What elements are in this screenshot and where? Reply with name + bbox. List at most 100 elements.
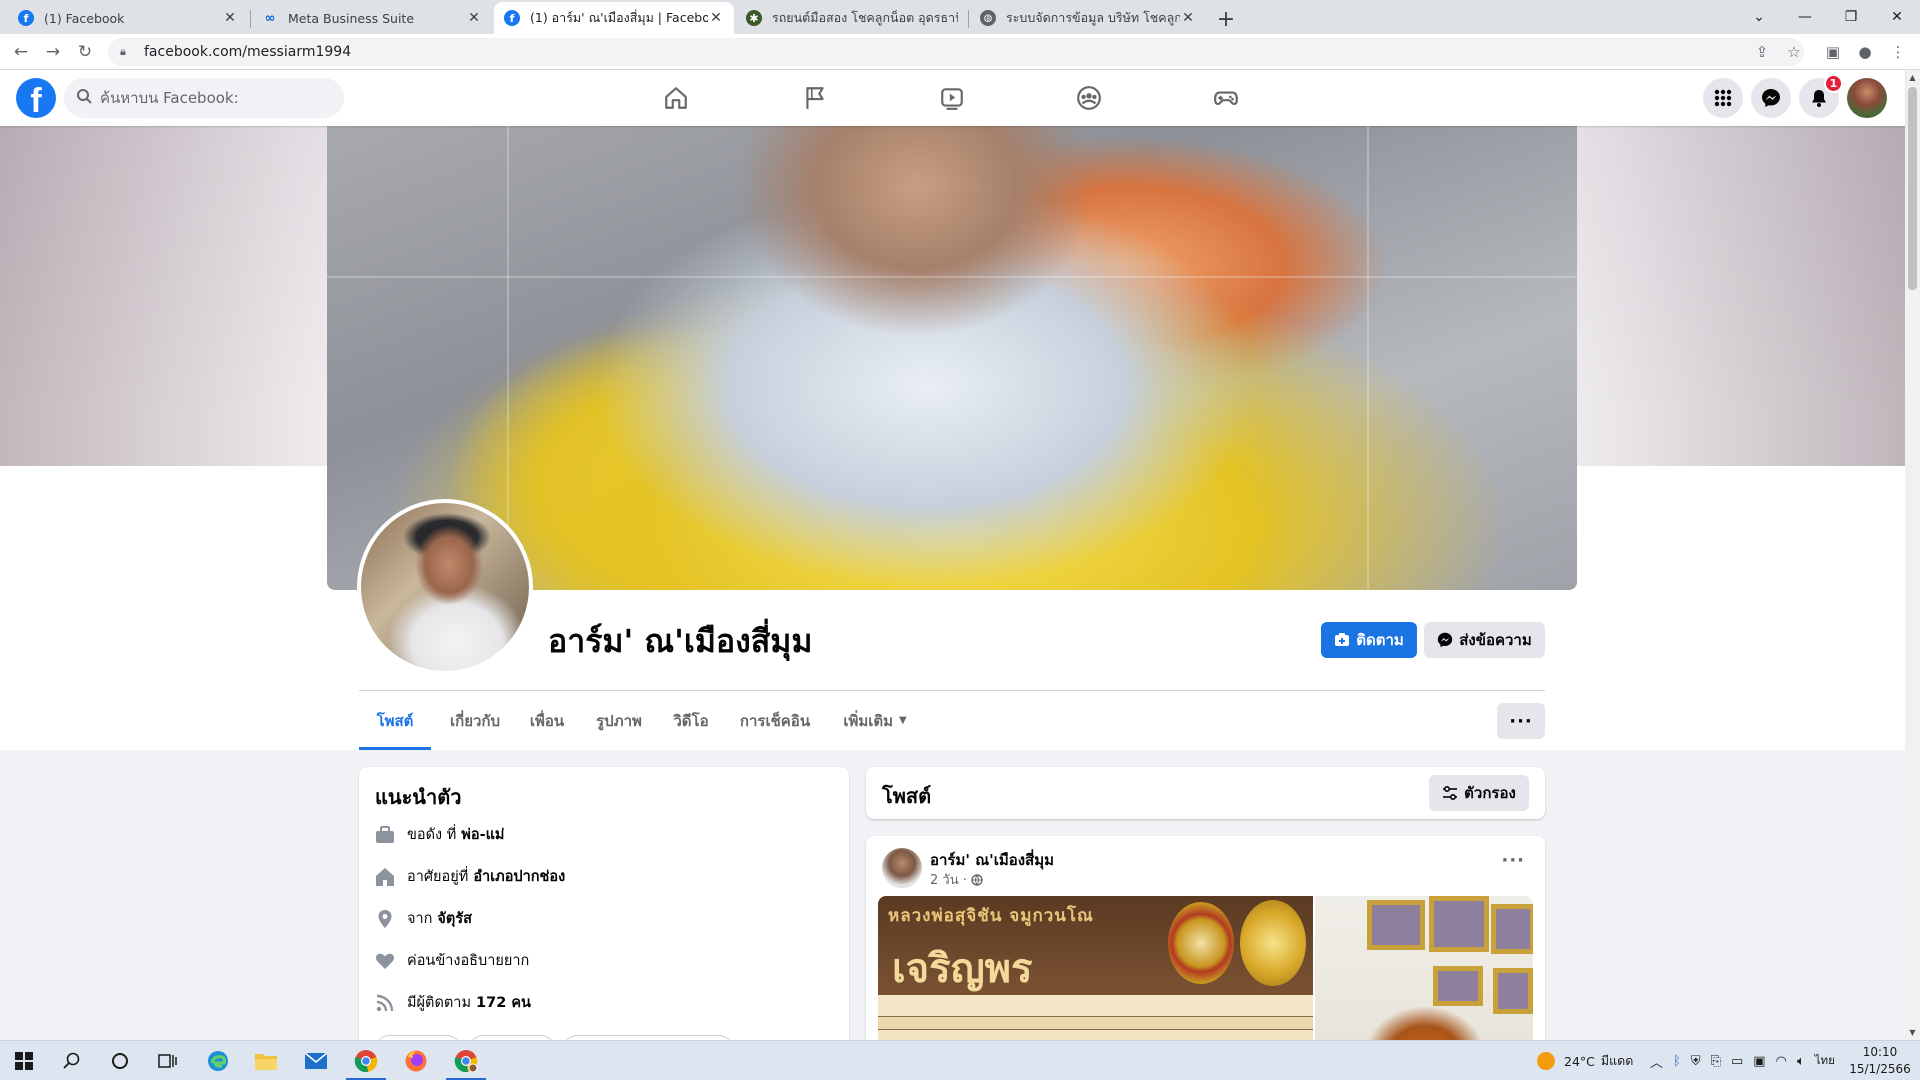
post-options-icon[interactable]: ··· [1501,850,1525,871]
intro-work-value[interactable]: พ่อ-แม่ [461,823,504,846]
follow-icon [1335,633,1350,646]
side-panel-icon[interactable]: ▣ [1821,40,1845,64]
chrome-icon[interactable] [342,1041,390,1080]
window-close-button[interactable]: ✕ [1874,0,1920,34]
profile-icon[interactable]: ● [1853,40,1877,64]
cover-photo[interactable] [327,126,1577,590]
nav-home[interactable] [620,74,732,122]
search-icon [76,88,92,108]
close-icon[interactable]: ✕ [222,10,238,26]
filter-label: ตัวกรอง [1464,784,1516,802]
intro-from-value[interactable]: จัตุรัส [437,907,472,930]
chrome-profile-icon[interactable] [442,1041,490,1080]
profile-more-button[interactable]: ··· [1497,703,1545,739]
search-input[interactable] [100,89,320,107]
picture-frame [1491,904,1533,954]
network-icon[interactable]: ▭ [1731,1054,1743,1069]
nav-groups[interactable] [1033,74,1145,122]
tab-checkins[interactable]: การเช็คอิน [729,691,821,750]
restore-button[interactable]: ❐ [1828,0,1874,34]
facebook-logo[interactable]: f [16,78,56,118]
forward-arrow-icon[interactable]: → [41,40,65,64]
cortana-icon[interactable] [96,1041,144,1080]
minimize-button[interactable]: — [1782,0,1828,34]
message-label: ส่งข้อความ [1459,631,1532,649]
new-tab-button[interactable]: + [1212,5,1240,33]
input-language[interactable]: ไทย [1815,1052,1835,1070]
nav-gaming[interactable] [1170,74,1282,122]
browser-tab[interactable]: ✱ รถยนต์มือสอง โชคลูกน็อต อุดรธานี [736,2,968,34]
browser-tab[interactable]: ◍ ระบบจัดการข้อมูล บริษัท โชคลูกน็อต อุ … [970,2,1206,34]
filter-button[interactable]: ตัวกรอง [1429,775,1529,811]
volume-icon[interactable]: 🔈︎ [1797,1054,1805,1069]
messenger-icon [1762,89,1780,107]
tab-about[interactable]: เกี่ยวกับ [439,691,511,750]
url-text[interactable]: facebook.com/messiarm1994 [144,44,351,60]
scrollbar-thumb[interactable] [1908,87,1917,290]
taskbar-clock[interactable]: 10:10 15/1/2566 [1845,1044,1915,1078]
scroll-up-arrow-icon[interactable]: ▲ [1905,70,1920,85]
notifications-button[interactable]: 1 [1799,74,1843,118]
browser-tab-active[interactable]: f (1) อาร์ม' ณ'เมืองสี่มุม | Facebook ✕ [494,2,734,34]
bluetooth-icon[interactable]: ᛒ [1673,1054,1681,1069]
tab-photos[interactable]: รูปภาพ [587,691,651,750]
browser-tab-strip: f (1) Facebook ✕ ∞ Meta Business Suite ✕… [0,0,1920,34]
tab-more[interactable]: เพิ่มเติม ▼ [833,691,917,750]
browser-tab[interactable]: ∞ Meta Business Suite ✕ [252,2,492,34]
scroll-down-arrow-icon[interactable]: ▼ [1905,1025,1920,1040]
close-icon[interactable]: ✕ [708,10,724,26]
bookmark-star-icon[interactable]: ☆ [1782,40,1806,64]
address-bar[interactable]: 🔒︎ facebook.com/messiarm1994 [108,38,1804,66]
profile-picture[interactable] [357,499,533,675]
messenger-button[interactable] [1751,78,1791,118]
browser-tab[interactable]: f (1) Facebook ✕ [8,2,248,34]
back-arrow-icon[interactable]: ← [9,40,33,64]
taskbar-search-icon[interactable] [48,1041,96,1080]
weather-widget[interactable]: 24°C มีแดด [1536,1041,1633,1080]
facebook-search[interactable] [64,78,344,118]
share-icon[interactable]: ⇪ [1750,40,1774,64]
send-message-button[interactable]: ส่งข้อความ [1424,622,1545,658]
page-scrollbar[interactable]: ▲ ▼ [1905,70,1920,1040]
edge-browser-icon[interactable] [194,1041,242,1080]
tab-posts[interactable]: โพสต์ [359,691,431,750]
tab-title: (1) Facebook [44,10,125,26]
intro-home-text: อาศัยอยู่ที่ [407,869,469,885]
post-timestamp[interactable]: 2 วัน · [930,869,983,890]
tray-expand-icon[interactable]: ︿ [1650,1052,1663,1071]
tab-search-icon[interactable]: ⌄ [1736,0,1782,34]
menu-kebab-icon[interactable]: ⋮ [1886,40,1910,64]
security-icon[interactable]: ⛨ [1691,1054,1701,1069]
usb-icon[interactable]: ⎘ [1711,1054,1721,1069]
mail-icon[interactable] [292,1041,340,1080]
tab-friends[interactable]: เพื่อน [519,691,575,750]
windows-start-icon[interactable] [0,1041,48,1080]
nav-pages[interactable] [759,74,871,122]
follow-label: ติดตาม [1356,631,1404,649]
account-avatar[interactable] [1847,78,1887,118]
close-icon[interactable]: ✕ [1180,10,1196,26]
facebook-icon: f [504,10,520,26]
reload-icon[interactable]: ↻ [73,40,97,64]
display-icon[interactable]: ▣ [1753,1054,1765,1069]
close-icon[interactable]: ✕ [466,10,482,26]
intro-home-value[interactable]: อำเภอปากช่อง [473,865,565,888]
intro-row-home: อาศัยอยู่ที่ อำเภอปากช่อง [375,865,565,888]
firefox-icon[interactable] [392,1041,440,1080]
tab-title: ระบบจัดการข้อมูล บริษัท โชคลูกน็อต อุ [1006,10,1180,25]
cover-texture [507,126,509,590]
nav-watch[interactable] [896,74,1008,122]
facebook-icon: f [18,10,34,26]
follow-button[interactable]: ติดตาม [1321,622,1417,658]
tab-videos[interactable]: วิดีโอ [665,691,717,750]
menu-button[interactable] [1703,78,1743,118]
intro-followers-value[interactable]: 172 คน [476,991,531,1014]
wifi-icon[interactable]: ◠ [1776,1054,1787,1069]
file-explorer-icon[interactable] [242,1041,290,1080]
intro-row-followers: มีผู้ติดตาม 172 คน [375,991,531,1014]
intro-followers-text: มีผู้ติดตาม [407,995,472,1011]
post-author-avatar[interactable] [882,848,922,888]
task-view-icon[interactable] [144,1041,192,1080]
caret-down-icon: ▼ [898,715,907,726]
clock-time: 10:10 [1862,1045,1898,1059]
